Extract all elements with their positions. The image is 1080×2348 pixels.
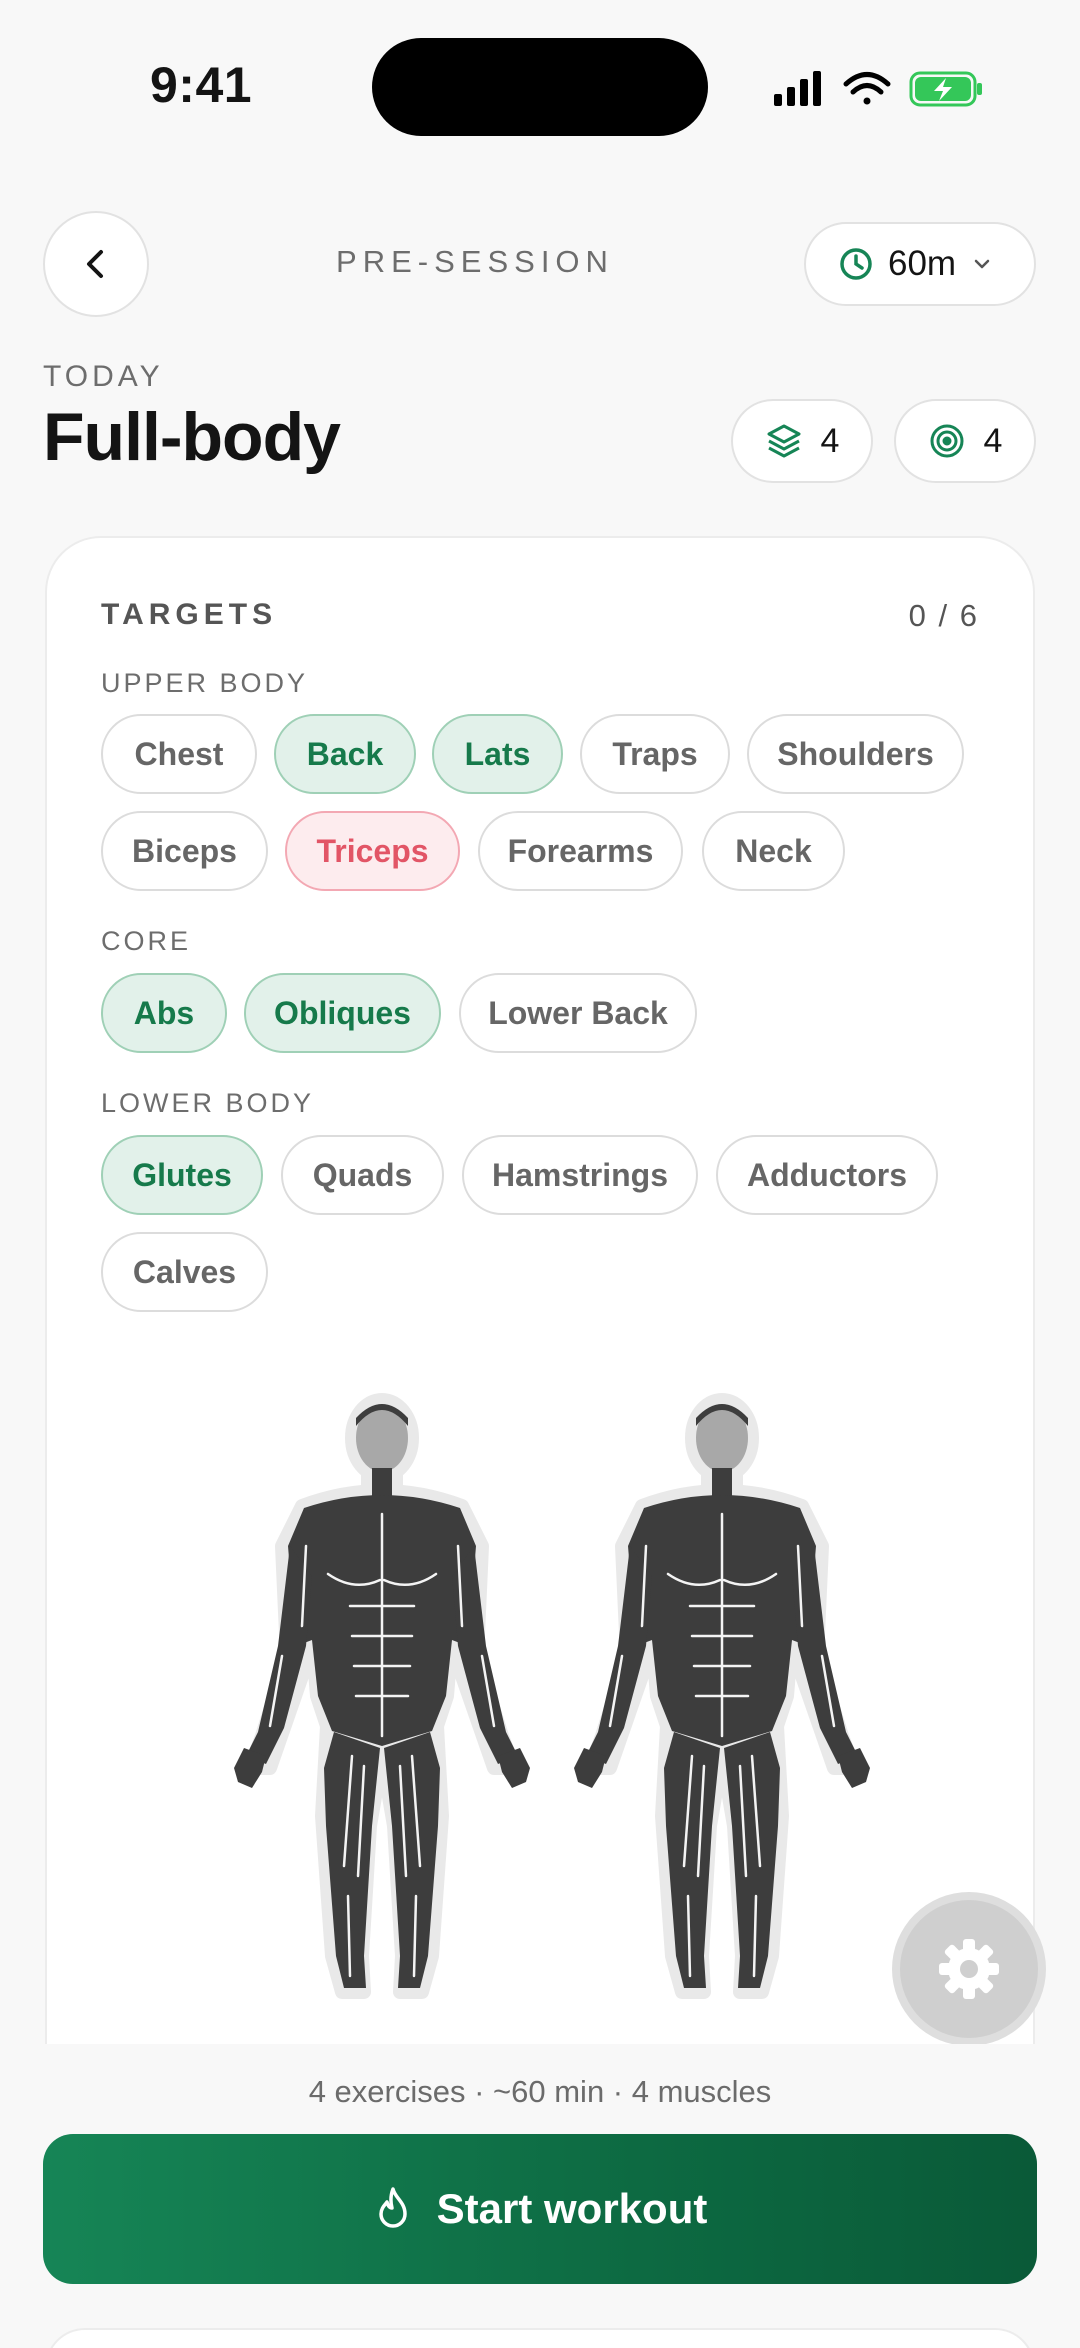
muscle-body-map bbox=[202, 1386, 902, 2016]
chip-shoulders[interactable]: Shoulders bbox=[747, 714, 964, 794]
layers-icon bbox=[767, 424, 801, 458]
duration-value: 60m bbox=[888, 244, 957, 283]
chip-neck[interactable]: Neck bbox=[702, 811, 845, 891]
chip-traps[interactable]: Traps bbox=[580, 714, 730, 794]
exercises-count: 4 bbox=[820, 421, 840, 460]
chip-abs[interactable]: Abs bbox=[101, 973, 227, 1053]
next-card-edge bbox=[45, 2328, 1035, 2348]
chip-chest[interactable]: Chest bbox=[101, 714, 257, 794]
dynamic-island bbox=[372, 38, 708, 136]
chip-calves[interactable]: Calves bbox=[101, 1232, 268, 1312]
flame-icon bbox=[378, 2187, 407, 2228]
body-back-figure bbox=[574, 1400, 870, 1992]
battery-icon bbox=[909, 71, 982, 107]
session-summary: 4 exercises · ~60 min · 4 muscles bbox=[308, 2074, 772, 2109]
chip-lats[interactable]: Lats bbox=[432, 714, 563, 794]
chip-glutes[interactable]: Glutes bbox=[101, 1135, 263, 1215]
status-time: 9:41 bbox=[150, 57, 253, 113]
back-button[interactable] bbox=[43, 211, 149, 317]
group-label-core: CORE bbox=[101, 926, 192, 956]
status-icons bbox=[772, 66, 992, 110]
chip-obliques[interactable]: Obliques bbox=[244, 973, 441, 1053]
start-workout-label: Start workout bbox=[436, 2185, 708, 2232]
group-label-lower-body: LOWER BODY bbox=[101, 1088, 315, 1118]
wifi-icon bbox=[843, 72, 891, 105]
targets-card: TARGETS 0 / 6 UPPER BODY Chest Back Lats… bbox=[45, 536, 1035, 2056]
day-label: TODAY bbox=[43, 360, 164, 393]
chip-lower-back[interactable]: Lower Back bbox=[459, 973, 697, 1053]
clock-icon bbox=[840, 248, 872, 280]
body-front-figure bbox=[234, 1400, 530, 1992]
chip-adductors[interactable]: Adductors bbox=[716, 1135, 938, 1215]
muscles-count-badge[interactable]: 4 bbox=[894, 399, 1036, 483]
status-bar: 9:41 bbox=[0, 0, 1080, 160]
exercises-count-badge[interactable]: 4 bbox=[731, 399, 873, 483]
chip-triceps[interactable]: Triceps bbox=[285, 811, 460, 891]
targets-title: TARGETS bbox=[101, 598, 278, 631]
page-title: Full-body bbox=[43, 399, 341, 475]
gear-icon bbox=[939, 1939, 999, 1999]
chevron-down-icon bbox=[974, 259, 990, 269]
settings-button[interactable] bbox=[900, 1900, 1038, 2038]
group-label-upper-body: UPPER BODY bbox=[101, 668, 309, 698]
header-title: PRE-SESSION bbox=[336, 244, 614, 279]
chip-hamstrings[interactable]: Hamstrings bbox=[462, 1135, 698, 1215]
targets-count: 0 / 6 bbox=[908, 598, 979, 633]
muscles-count: 4 bbox=[983, 421, 1003, 460]
chip-forearms[interactable]: Forearms bbox=[478, 811, 683, 891]
duration-selector[interactable]: 60m bbox=[804, 222, 1036, 306]
start-workout-button[interactable]: Start workout bbox=[43, 2134, 1037, 2284]
target-icon bbox=[930, 424, 964, 458]
chip-biceps[interactable]: Biceps bbox=[101, 811, 268, 891]
chip-back[interactable]: Back bbox=[274, 714, 416, 794]
chevron-left-icon bbox=[87, 250, 103, 278]
chip-quads[interactable]: Quads bbox=[281, 1135, 444, 1215]
signal-icon bbox=[774, 71, 821, 106]
